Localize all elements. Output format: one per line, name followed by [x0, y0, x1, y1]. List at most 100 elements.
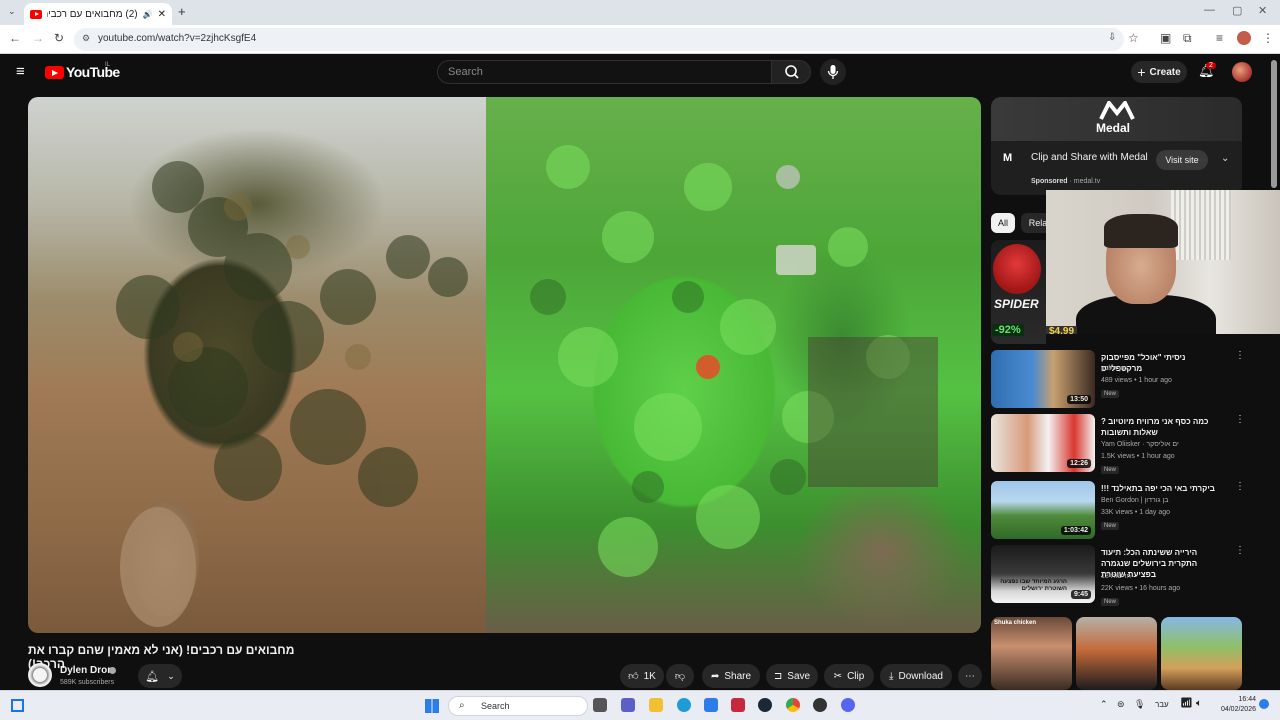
tab-search-icon[interactable]: ⌄	[8, 6, 16, 17]
bookmark-star-icon[interactable]: ☆	[1128, 31, 1139, 45]
notification-center-icon[interactable]	[1259, 699, 1269, 709]
more-vertical-icon[interactable]: ⋮	[1235, 545, 1245, 556]
app-icon[interactable]	[731, 698, 745, 712]
download-button[interactable]: ⤓ Download	[880, 664, 952, 688]
chip-all[interactable]: All	[991, 213, 1015, 233]
sidebar-ad-card[interactable]: Medal M Clip and Share with Medal Sponso…	[991, 97, 1242, 195]
wifi-icon[interactable]: 📶︎	[1180, 698, 1193, 709]
voice-search-button[interactable]	[820, 59, 846, 85]
more-vertical-icon[interactable]: ⋮	[1235, 414, 1245, 425]
volume-icon[interactable]: 🔈︎	[1196, 698, 1202, 709]
subscription-bell-button[interactable]: 🔔︎ ⌄	[138, 664, 182, 688]
youtube-logo-icon[interactable]	[45, 66, 64, 79]
file-explorer-icon[interactable]	[649, 698, 663, 712]
video-player[interactable]	[28, 97, 981, 633]
video-thumbnail[interactable]: 13:50	[991, 350, 1095, 408]
create-label: Create	[1149, 66, 1181, 78]
maximize-window-button[interactable]: ▢	[1232, 4, 1242, 17]
video-thumbnail[interactable]: הרגע המיוחד שבו נפצעה השוטרת ירושלים 9:4…	[991, 545, 1095, 603]
page-scrollbar[interactable]	[1271, 60, 1277, 188]
more-vertical-icon[interactable]: ⋮	[1235, 350, 1245, 361]
teams-icon[interactable]	[621, 698, 635, 712]
bookmark-icon: ⊐	[773, 670, 783, 682]
like-button[interactable]: 👍︎ 1K	[620, 664, 664, 688]
input-language[interactable]: עבר	[1155, 700, 1169, 709]
minimize-window-button[interactable]: —	[1204, 4, 1215, 16]
search-input[interactable]: Search	[437, 60, 772, 84]
reload-icon[interactable]: ↻	[54, 31, 64, 45]
short-thumbnail[interactable]	[1161, 617, 1242, 690]
desktop-widget-icon[interactable]	[11, 699, 24, 712]
profile-avatar[interactable]	[1237, 31, 1251, 45]
list-item[interactable]: 13:50 ניסיתי "אוכל" מפייסבוק מרקטפלייס ש…	[991, 350, 1251, 410]
rec-channel[interactable]: שון חלבון	[1101, 365, 1128, 372]
channel-name[interactable]: Dylen Dror	[60, 665, 111, 676]
thumbs-up-icon: 👍︎	[628, 671, 639, 682]
spider-mask-image	[993, 244, 1041, 294]
video-thumbnail[interactable]: 12:26	[991, 414, 1095, 472]
game-ad-thumbnail[interactable]: SPIDER -92%	[991, 240, 1046, 344]
forward-arrow-icon[interactable]: →	[32, 31, 44, 45]
url-text[interactable]: youtube.com/watch?v=2zjhcKsgfE4	[98, 33, 256, 44]
close-window-button[interactable]: ✕	[1258, 4, 1267, 17]
short-thumbnail[interactable]	[1076, 617, 1157, 690]
search-button[interactable]	[771, 60, 811, 84]
short-thumbnail[interactable]: Shuka chicken	[991, 617, 1072, 690]
create-button[interactable]: + Create	[1131, 61, 1187, 83]
clip-button[interactable]: ✂ Clip	[824, 664, 874, 688]
rec-title[interactable]: כמה כסף אני מרוויח מיוטיוב ? שאלות ותשוב…	[1101, 416, 1227, 438]
taskbar-search[interactable]: ⌕ Search	[448, 696, 588, 716]
store-icon[interactable]	[704, 698, 718, 712]
edge-icon[interactable]	[677, 698, 691, 712]
share-button[interactable]: ➦ Share	[702, 664, 760, 688]
network-icon[interactable]: ⊜	[1117, 699, 1125, 710]
dislike-button[interactable]: 👎︎	[666, 664, 694, 688]
thumb-caption: הרגע המיוחד שבו נפצעה השוטרת ירושלים	[1000, 579, 1067, 592]
clock[interactable]: 16:44 04/02/2026	[1212, 695, 1256, 715]
verified-badge-icon	[109, 667, 116, 674]
media-app-icon[interactable]	[813, 698, 827, 712]
install-icon[interactable]: ⇩	[1108, 32, 1116, 43]
ad-sponsor-line: Sponsored · medal.tv	[1031, 178, 1101, 185]
video-thumbnail[interactable]: 1:03:42	[991, 481, 1095, 539]
browser-menu-icon[interactable]: ⋮	[1262, 31, 1274, 45]
rec-channel[interactable]: Ben Gordon | בן גורדון	[1101, 497, 1168, 504]
ad-expand-chevron-icon[interactable]: ⌄	[1221, 153, 1229, 164]
steam-icon[interactable]	[758, 698, 772, 712]
microphone-tray-icon[interactable]: 🎙︎	[1134, 699, 1145, 710]
account-avatar[interactable]	[1232, 62, 1252, 82]
more-actions-button[interactable]: ⋯	[958, 664, 982, 688]
discord-icon[interactable]	[841, 698, 855, 712]
task-view-icon[interactable]	[593, 698, 607, 712]
browser-tab-active[interactable]: (2) מחבואים עם רכבים! (אני 🔊 ✕	[24, 3, 172, 25]
visit-site-button[interactable]: Visit site	[1156, 150, 1208, 170]
short-label: Shuka chicken	[994, 620, 1037, 626]
list-item[interactable]: 1:03:42 ביקרתי באי הכי יפה בתאילנד !!! B…	[991, 481, 1251, 541]
tray-chevron-up-icon[interactable]: ⌃	[1100, 699, 1108, 710]
save-button[interactable]: ⊐ Save	[766, 664, 818, 688]
rec-title[interactable]: ביקרתי באי הכי יפה בתאילנד !!!	[1101, 483, 1227, 494]
address-bar[interactable]: ⚙ youtube.com/watch?v=2zjhcKsgfE4 ⇩	[74, 28, 1124, 51]
youtube-wordmark[interactable]: YouTube	[66, 64, 120, 80]
tab-close-icon[interactable]: ✕	[158, 9, 166, 20]
rec-channel[interactable]: חדשות 13	[1101, 573, 1131, 580]
media-control-icon[interactable]: ≡	[1216, 31, 1223, 45]
site-info-icon[interactable]: ⚙	[82, 33, 90, 44]
rec-channel[interactable]: Yam Oliisker · ים אוליסקר	[1101, 441, 1179, 448]
list-item[interactable]: 12:26 כמה כסף אני מרוויח מיוטיוב ? שאלות…	[991, 414, 1251, 474]
chrome-icon[interactable]	[786, 698, 800, 712]
ad-domain: medal.tv	[1073, 178, 1101, 185]
more-vertical-icon[interactable]: ⋮	[1235, 481, 1245, 492]
channel-avatar[interactable]	[28, 663, 52, 687]
list-item[interactable]: הרגע המיוחד שבו נפצעה השוטרת ירושלים 9:4…	[991, 545, 1251, 606]
extension-icon[interactable]: ▣	[1160, 31, 1171, 45]
new-tab-button[interactable]: +	[178, 4, 186, 19]
extensions-puzzle-icon[interactable]: ⧉	[1183, 31, 1192, 46]
speaker-icon[interactable]: 🔊	[143, 10, 153, 19]
windows-start-icon[interactable]	[425, 699, 439, 713]
hamburger-menu-icon[interactable]: ≡	[16, 63, 25, 80]
microphone-icon	[827, 65, 839, 79]
browser-toolbar: ← → ↻ ⚙ youtube.com/watch?v=2zjhcKsgfE4 …	[0, 25, 1280, 54]
duration-badge: 13:50	[1067, 395, 1091, 404]
back-arrow-icon[interactable]: ←	[9, 31, 21, 45]
